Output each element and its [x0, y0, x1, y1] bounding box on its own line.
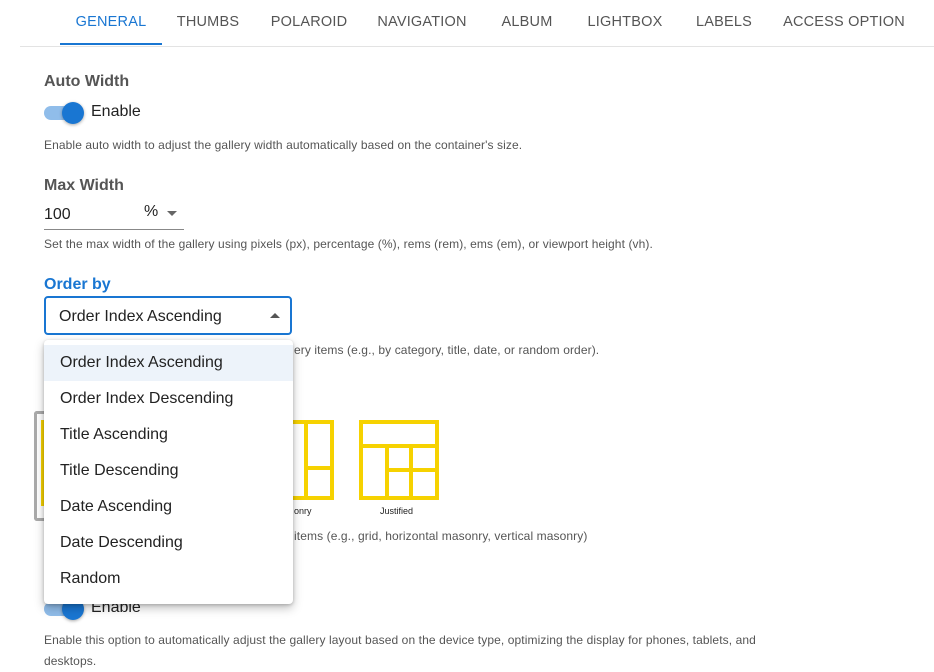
- max-width-title: Max Width: [44, 177, 124, 194]
- auto-width-toggle[interactable]: [44, 102, 84, 124]
- chevron-down-icon: [167, 211, 177, 216]
- responsive-help-line1: Enable this option to automatically adju…: [44, 633, 756, 647]
- auto-width-toggle-label[interactable]: Enable: [91, 103, 141, 121]
- order-by-select[interactable]: Order Index Ascending: [44, 296, 292, 335]
- responsive-help-line2: desktops.: [44, 654, 97, 668]
- masonry-caption: onry: [294, 506, 312, 516]
- order-by-title: Order by: [44, 276, 111, 293]
- tab-access-option[interactable]: ACCESS OPTION: [778, 0, 910, 45]
- option-date-ascending[interactable]: Date Ascending: [44, 489, 293, 525]
- max-width-underline: [44, 229, 184, 230]
- layout-help: items (e.g., grid, horizontal masonry, v…: [294, 529, 588, 543]
- order-by-selected-value: Order Index Ascending: [59, 308, 222, 325]
- tab-album[interactable]: ALBUM: [494, 0, 560, 45]
- option-title-ascending[interactable]: Title Ascending: [44, 417, 293, 453]
- option-title-descending[interactable]: Title Descending: [44, 453, 293, 489]
- tab-navigation[interactable]: NAVIGATION: [372, 0, 472, 45]
- active-tab-indicator: [60, 43, 162, 45]
- unit-value: %: [144, 203, 159, 220]
- justified-caption: Justified: [380, 506, 414, 516]
- order-by-help: ery items (e.g., by category, title, dat…: [294, 343, 600, 357]
- option-date-descending[interactable]: Date Descending: [44, 525, 293, 561]
- auto-width-title: Auto Width: [44, 73, 130, 90]
- tab-thumbs[interactable]: THUMBS: [172, 0, 244, 45]
- max-width-help: Set the max width of the gallery using p…: [44, 237, 653, 251]
- tab-polaroid[interactable]: POLAROID: [266, 0, 352, 45]
- justified-layout-thumbnail[interactable]: [357, 418, 441, 502]
- toggle-thumb: [62, 102, 84, 124]
- chevron-up-icon: [270, 313, 280, 318]
- responsive-toggle[interactable]: [44, 598, 84, 620]
- max-width-input[interactable]: [44, 203, 132, 227]
- tab-lightbox[interactable]: LIGHTBOX: [582, 0, 668, 45]
- option-order-index-ascending[interactable]: Order Index Ascending: [44, 345, 293, 381]
- option-random[interactable]: Random: [44, 561, 293, 597]
- tab-labels[interactable]: LABELS: [690, 0, 758, 45]
- option-order-index-descending[interactable]: Order Index Descending: [44, 381, 293, 417]
- tab-general[interactable]: GENERAL: [60, 0, 162, 45]
- auto-width-help: Enable auto width to adjust the gallery …: [44, 138, 523, 152]
- settings-tabs: GENERAL THUMBS POLAROID NAVIGATION ALBUM…: [20, 0, 934, 47]
- order-by-dropdown-menu: Order Index Ascending Order Index Descen…: [44, 340, 293, 604]
- max-width-unit-select[interactable]: %: [144, 203, 184, 227]
